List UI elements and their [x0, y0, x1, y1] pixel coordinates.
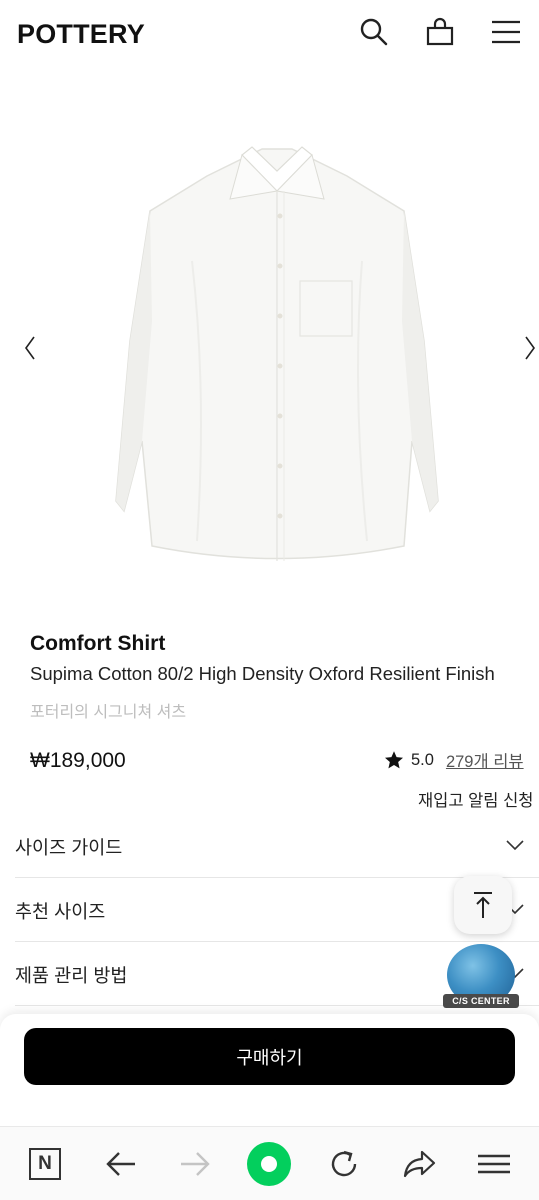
browser-toolbar: N: [0, 1126, 539, 1200]
green-home-icon[interactable]: [247, 1142, 291, 1186]
product-name: Comfort Shirt: [30, 632, 166, 655]
back-arrow-icon[interactable]: [99, 1142, 143, 1186]
reviews-link[interactable]: 279개 리뷰: [446, 748, 524, 772]
purchase-panel: 구매하기: [0, 1014, 539, 1126]
naver-n-icon[interactable]: N: [23, 1142, 67, 1186]
product-image-gallery[interactable]: [0, 66, 539, 626]
accordion-label: 제품 관리 방법: [15, 965, 128, 986]
chevron-left-icon[interactable]: [18, 328, 42, 368]
menu-icon[interactable]: [472, 1142, 516, 1186]
shopping-bag-icon[interactable]: [422, 14, 458, 50]
accordion-label: 사이즈 가이드: [15, 837, 123, 858]
star-icon: [385, 751, 403, 769]
restock-alert-link[interactable]: 재입고 알림 신청: [418, 787, 533, 811]
product-price: ₩189,000: [30, 749, 126, 772]
buy-button[interactable]: 구매하기: [24, 1028, 515, 1085]
accordion-label: 추천 사이즈: [15, 901, 106, 922]
cs-center-button[interactable]: C/S CENTER: [443, 942, 519, 1014]
reload-icon[interactable]: [322, 1142, 366, 1186]
hamburger-menu-icon[interactable]: [488, 14, 524, 50]
accordion-size-guide[interactable]: 사이즈 가이드: [0, 814, 539, 878]
product-subtitle: Supima Cotton 80/2 High Density Oxford R…: [30, 663, 495, 684]
site-header: POTTERY: [0, 0, 539, 66]
search-icon[interactable]: [356, 14, 392, 50]
cs-center-label: C/S CENTER: [443, 994, 519, 1008]
site-logo[interactable]: POTTERY: [17, 19, 145, 50]
chevron-right-icon[interactable]: [518, 328, 539, 368]
product-description: 포터리의 시그니쳐 셔츠: [30, 704, 187, 721]
n-label: N: [29, 1148, 61, 1180]
arrow-up-icon: [474, 892, 492, 918]
rating-score: 5.0: [411, 750, 434, 769]
forward-arrow-icon[interactable]: [173, 1142, 217, 1186]
product-image: [115, 146, 439, 561]
scroll-to-top-button[interactable]: [454, 876, 512, 934]
share-icon[interactable]: [397, 1142, 441, 1186]
product-rating: 5.0 279개 리뷰: [383, 748, 524, 772]
chevron-down-icon: [506, 840, 524, 851]
